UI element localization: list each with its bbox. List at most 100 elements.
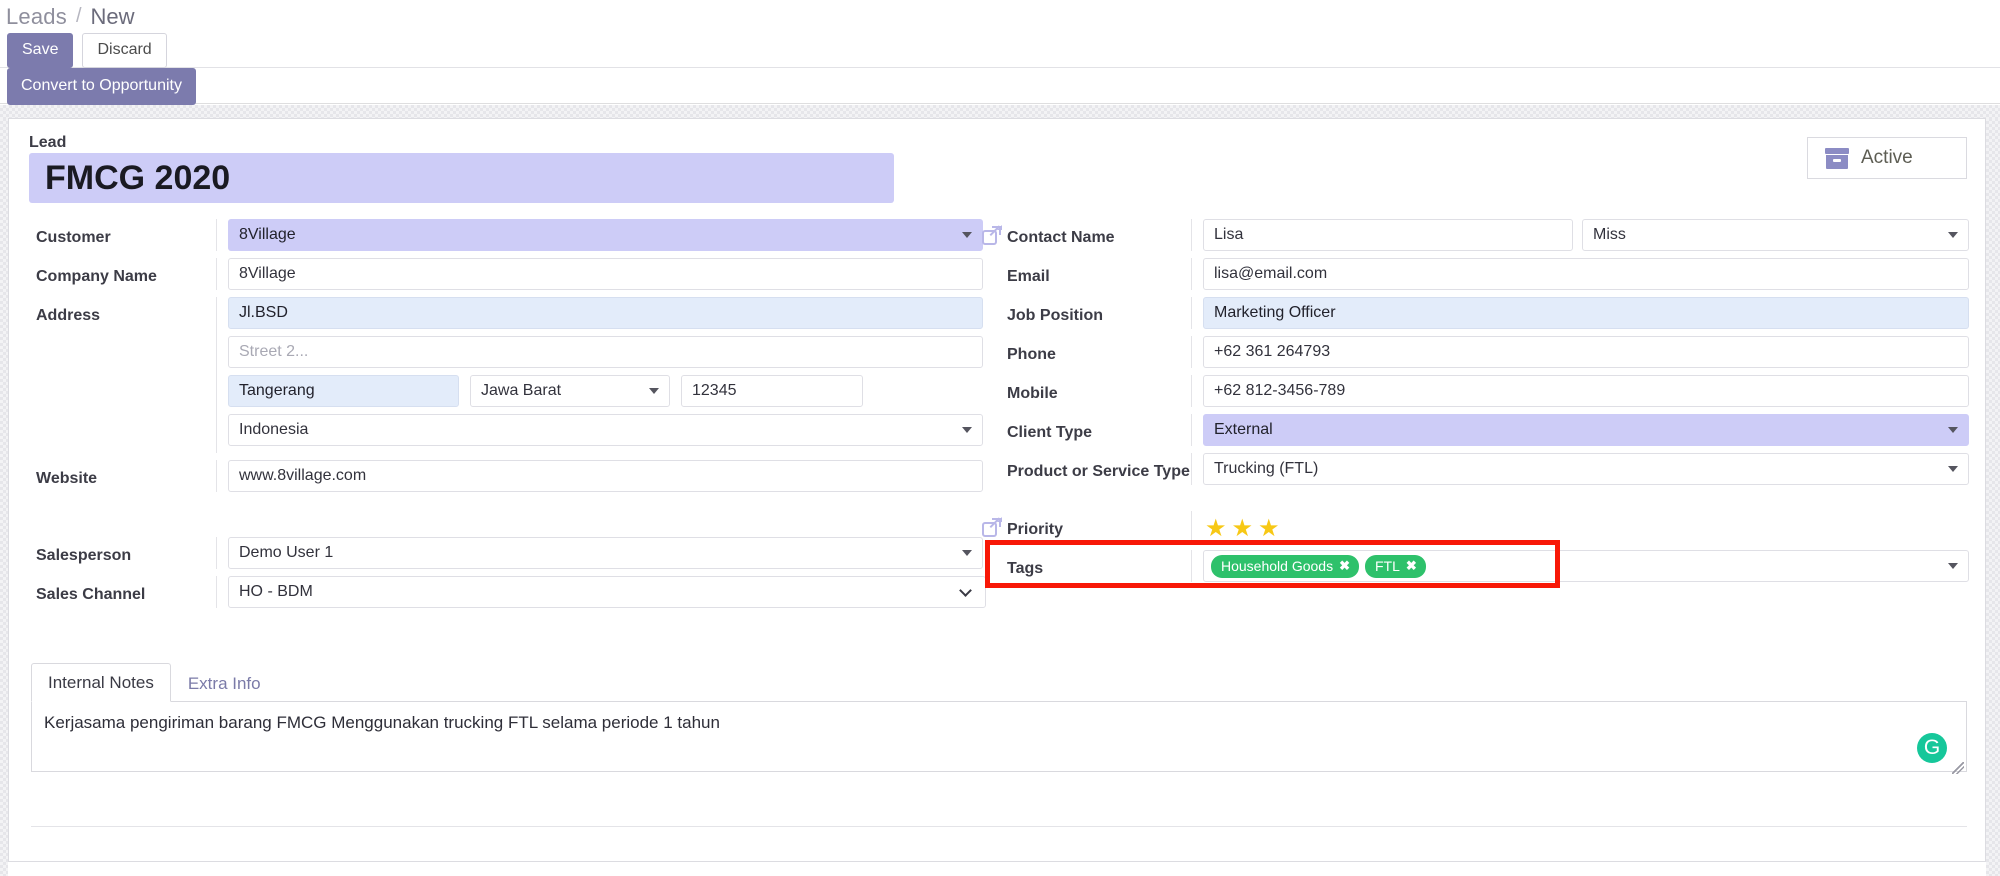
address-street2-input[interactable] (228, 336, 983, 368)
tag-label: Household Goods (1221, 557, 1334, 574)
active-status-badge[interactable]: Active (1807, 137, 1967, 179)
lead-title-input[interactable] (29, 153, 894, 203)
address-state-input[interactable] (470, 375, 670, 407)
address-zip-input[interactable] (681, 375, 863, 407)
crm-lead-form-page: Leads / New Save Discard Convert to Oppo… (0, 0, 2000, 876)
tags-input-box[interactable]: Household Goods ✖ FTL ✖ (1203, 550, 1969, 582)
internal-notes-textarea[interactable]: Kerjasama pengiriman barang FMCG Menggun… (31, 702, 1967, 772)
field-client-type: Client Type (979, 414, 1969, 446)
priority-label-text: Priority (1007, 521, 1064, 538)
tab-internal-notes[interactable]: Internal Notes (31, 663, 171, 702)
save-button[interactable]: Save (7, 32, 74, 68)
field-job-position: Job Position (979, 297, 1969, 329)
sheet-top-gap (0, 105, 2000, 118)
client-type-label: Client Type (1007, 424, 1093, 441)
archive-box-icon (1825, 147, 1849, 169)
field-salesperson: Salesperson (23, 537, 983, 569)
tags-label: Tags (1007, 560, 1044, 577)
field-priority: Priority ★ ★ ★ (979, 511, 1969, 543)
email-label: Email (1007, 268, 1050, 285)
mobile-input[interactable] (1203, 375, 1969, 407)
field-customer: Customer (23, 219, 983, 251)
job-position-label: Job Position (1007, 307, 1103, 324)
field-email: Email (979, 258, 1969, 290)
address-state-select-wrap (470, 375, 670, 407)
form-sheet-container: Lead Active Customer (0, 118, 2000, 876)
notes-section: Internal Notes Extra Info Kerjasama peng… (31, 663, 1967, 777)
field-mobile: Mobile (979, 375, 1969, 407)
address-country-select-wrap (228, 414, 983, 446)
priority-star-3[interactable]: ★ (1258, 517, 1280, 541)
customer-label: Customer (36, 229, 111, 246)
breadcrumb-separator: / (75, 5, 82, 27)
field-address: Address (23, 297, 983, 453)
product-service-type-select-wrap (1203, 453, 1969, 485)
field-phone: Phone (979, 336, 1969, 368)
address-street1-row (228, 297, 983, 329)
form-action-bar: Save Discard (0, 32, 2000, 68)
salesperson-label: Salesperson (36, 547, 132, 564)
priority-star-2[interactable]: ★ (1232, 517, 1254, 541)
field-tags: Tags Household Goods ✖ FTL ✖ (979, 550, 1969, 582)
breadcrumb-root[interactable]: Leads (6, 4, 67, 30)
address-street1-input[interactable] (228, 297, 983, 329)
sheet-left-margin (0, 118, 8, 876)
tag-chip[interactable]: FTL ✖ (1364, 554, 1426, 578)
address-street2-row (228, 336, 983, 368)
product-service-type-label: Product or Service Type (1007, 463, 1190, 480)
external-link-icon[interactable] (982, 518, 1001, 537)
salesperson-input[interactable] (228, 537, 983, 569)
customer-input[interactable] (228, 219, 983, 251)
job-position-input[interactable] (1203, 297, 1969, 329)
form-sheet: Lead Active Customer (8, 118, 1986, 862)
client-type-input[interactable] (1203, 414, 1969, 446)
tag-chip[interactable]: Household Goods ✖ (1211, 554, 1359, 578)
lead-field-label: Lead (29, 134, 67, 151)
contact-name-label-text: Contact Name (1007, 229, 1115, 246)
contact-title-select-wrap (1582, 219, 1969, 251)
priority-label: Priority (979, 511, 1191, 540)
mobile-label: Mobile (1007, 385, 1058, 402)
address-label: Address (36, 307, 101, 324)
convert-to-opportunity-button[interactable]: Convert to Opportunity (7, 67, 196, 105)
company-name-label: Company Name (36, 268, 157, 285)
product-service-type-input[interactable] (1203, 453, 1969, 485)
left-column-spacer (23, 499, 983, 537)
active-status-label: Active (1861, 147, 1913, 168)
grammarly-icon[interactable]: G (1917, 733, 1947, 763)
contact-title-input[interactable] (1582, 219, 1969, 251)
website-label: Website (36, 470, 98, 487)
phone-input[interactable] (1203, 336, 1969, 368)
priority-star-1[interactable]: ★ (1205, 517, 1227, 541)
field-company-name: Company Name (23, 258, 983, 290)
external-link-icon[interactable] (982, 226, 1001, 245)
sales-channel-input[interactable] (228, 576, 986, 608)
customer-select-wrap (228, 219, 983, 251)
breadcrumb-current: New (90, 3, 135, 29)
address-city-input[interactable] (228, 375, 459, 407)
email-input[interactable] (1203, 258, 1969, 290)
sheet-bottom-divider (31, 826, 1967, 827)
field-sales-channel: Sales Channel (23, 576, 986, 608)
form-right-column: Contact Name Email (979, 219, 1969, 589)
breadcrumb: Leads / New (0, 0, 2000, 33)
discard-button[interactable]: Discard (82, 32, 167, 68)
salesperson-select-wrap (228, 537, 983, 569)
notes-editor-holder: Kerjasama pengiriman barang FMCG Menggun… (31, 702, 1967, 777)
sheet-right-margin (1986, 118, 2000, 876)
tag-label: FTL (1374, 557, 1400, 574)
notes-tab-list: Internal Notes Extra Info (31, 663, 1967, 702)
field-product-service-type: Product or Service Type (979, 453, 1969, 485)
close-icon[interactable]: ✖ (1406, 558, 1417, 574)
record-status-bar: Convert to Opportunity (0, 67, 2000, 105)
close-icon[interactable]: ✖ (1339, 558, 1350, 574)
sales-channel-label: Sales Channel (36, 586, 146, 603)
contact-name-label: Contact Name (979, 219, 1191, 248)
tab-extra-info[interactable]: Extra Info (171, 664, 278, 702)
priority-star-rating[interactable]: ★ ★ ★ (1203, 511, 1969, 541)
company-name-input[interactable] (228, 258, 983, 290)
address-country-input[interactable] (228, 414, 983, 446)
contact-name-input[interactable] (1203, 219, 1573, 251)
field-contact-name: Contact Name (979, 219, 1969, 251)
website-input[interactable] (228, 460, 983, 492)
